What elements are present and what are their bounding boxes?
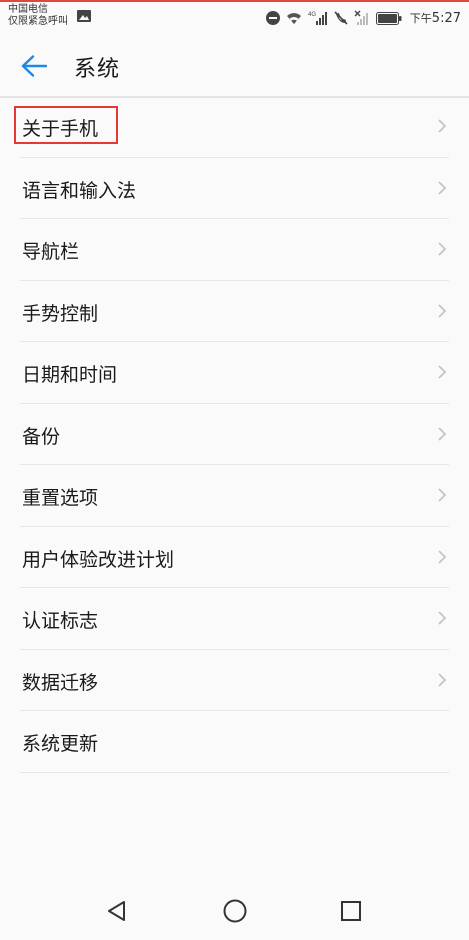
chevron-right-icon [438, 611, 447, 625]
triangle-back-icon [108, 901, 125, 921]
chevron-right-icon [438, 672, 447, 687]
emergency-only-text: 仅限紧急呼叫 [8, 16, 68, 27]
settings-list: 关于手机 语言和输入法 导航栏 手势控制 日期和时间 备份 重置选项 用户体验改… [14, 96, 449, 773]
settings-item-label: 重置选项 [22, 487, 99, 509]
chevron-right-icon [438, 549, 447, 564]
settings-item-gesture-control[interactable]: 手势控制 [20, 281, 449, 342]
carrier-info: 中国电信 仅限紧急呼叫 [8, 4, 68, 28]
settings-item-label: 关于手机 [22, 118, 99, 140]
navigation-bar [0, 880, 469, 940]
circle-home-icon [223, 899, 247, 923]
clock-time: 5:27 [431, 11, 461, 26]
settings-item-label: 认证标志 [22, 610, 99, 632]
wifi-icon [286, 13, 301, 24]
settings-item-date-time[interactable]: 日期和时间 [20, 342, 449, 404]
settings-item-user-experience[interactable]: 用户体验改进计划 [20, 527, 449, 588]
do-not-disturb-icon [265, 11, 280, 25]
settings-item-label: 数据迁移 [22, 671, 99, 694]
settings-item-data-migration[interactable]: 数据迁移 [20, 650, 449, 711]
nav-back-button[interactable] [102, 896, 132, 926]
network-type-label: 4G [308, 12, 316, 18]
settings-item-reset-options[interactable]: 重置选项 [20, 465, 449, 527]
nav-recent-button[interactable] [336, 896, 366, 926]
settings-item-navigation-bar[interactable]: 导航栏 [20, 219, 449, 281]
chevron-right-icon [438, 180, 447, 195]
arrow-left-icon [21, 55, 47, 77]
chevron-right-icon [438, 303, 447, 318]
settings-item-about-phone[interactable]: 关于手机 [14, 96, 449, 158]
settings-item-label: 导航栏 [22, 241, 80, 263]
chevron-right-icon [438, 426, 447, 441]
settings-item-language-input[interactable]: 语言和输入法 [20, 158, 449, 219]
cell-signal-icon: 4G [308, 12, 327, 25]
nav-home-button[interactable] [220, 896, 250, 926]
settings-item-label: 日期和时间 [22, 364, 118, 386]
square-recent-icon [341, 901, 361, 921]
settings-item-label: 备份 [22, 425, 61, 448]
chevron-right-icon [438, 242, 447, 256]
page-title: 系统 [74, 57, 121, 82]
app-header: 系统 [0, 34, 469, 98]
chevron-right-icon [438, 488, 447, 502]
gallery-icon [77, 10, 91, 22]
clock-period: 下午 [409, 12, 432, 25]
settings-item-label: 语言和输入法 [22, 179, 137, 202]
settings-item-label: 用户体验改进计划 [22, 548, 175, 571]
status-icons: 4G 下午5:27 [265, 8, 461, 28]
chevron-right-icon [438, 365, 447, 379]
chevron-right-icon [438, 119, 447, 133]
status-bar: 中国电信 仅限紧急呼叫 4G 下午5:27 [0, 2, 469, 34]
settings-item-certification[interactable]: 认证标志 [20, 588, 449, 650]
settings-item-label: 手势控制 [22, 302, 99, 325]
settings-item-system-update[interactable]: 系统更新 [20, 711, 449, 773]
back-button[interactable] [14, 46, 54, 86]
settings-item-backup[interactable]: 备份 [20, 404, 449, 465]
clock: 下午5:27 [410, 10, 461, 26]
no-sim-signal-icon [354, 10, 368, 25]
settings-item-label: 系统更新 [22, 733, 99, 755]
battery-icon [375, 11, 402, 25]
no-call-icon [334, 11, 348, 25]
carrier-name: 中国电信 [8, 4, 48, 15]
